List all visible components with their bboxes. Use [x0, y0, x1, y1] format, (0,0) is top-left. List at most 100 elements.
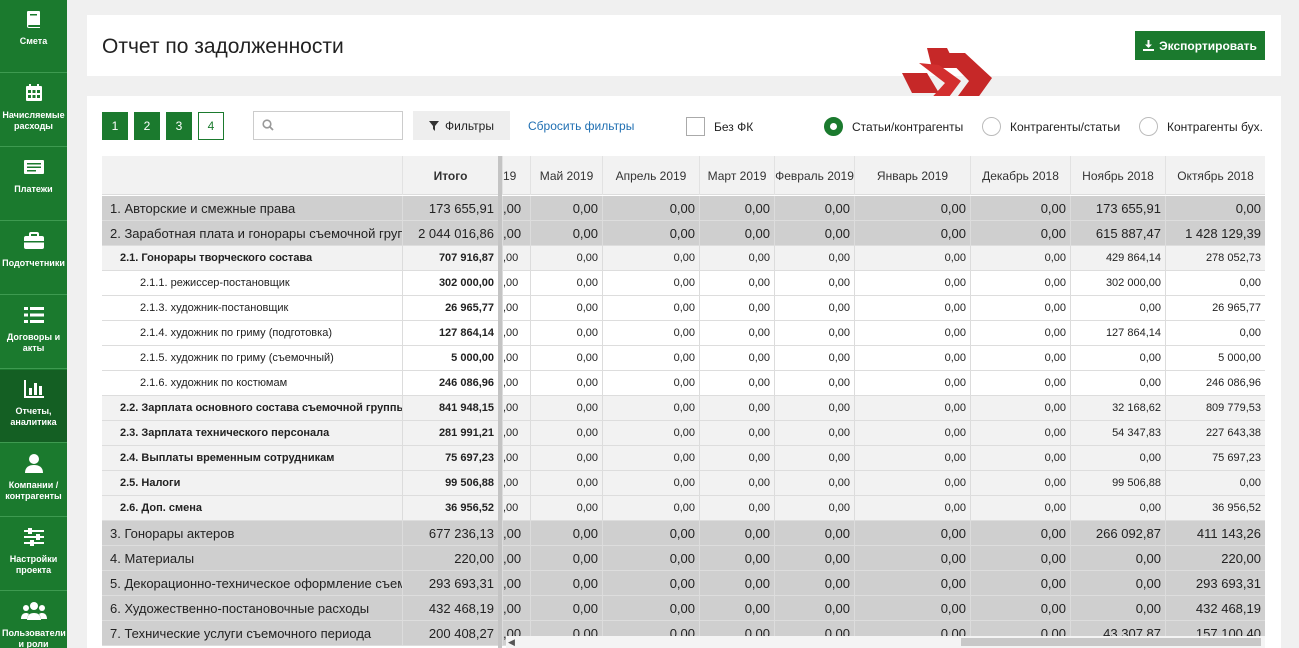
row-month-value: 0,00: [602, 421, 699, 445]
row-total: 75 697,23: [402, 446, 498, 470]
row-month-value: 0,00: [530, 371, 602, 395]
header-month[interactable]: Май 2019: [530, 156, 602, 195]
header-month[interactable]: Февраль 2019: [774, 156, 854, 195]
no-fk-label: Без ФК: [714, 120, 754, 134]
row-month-value: 246 086,96: [1165, 371, 1265, 395]
row-month-value: 0,00: [602, 446, 699, 470]
row-total: 293 693,31: [402, 571, 498, 595]
sliders-icon: [0, 524, 67, 550]
page-button-1[interactable]: 1: [102, 112, 128, 140]
table-row[interactable]: 2.5. Налоги 99 506,88,00 0,00 0,00 0,00 0,00 0…: [102, 471, 1265, 496]
header-month[interactable]: Ноябрь 2018: [1070, 156, 1165, 195]
row-month-value: 0,00: [854, 296, 970, 320]
row-month-value: 615 887,47: [1070, 221, 1165, 245]
header-month[interactable]: Апрель 2019: [602, 156, 699, 195]
header-month[interactable]: Январь 2019: [854, 156, 970, 195]
row-month-value: 0,00: [854, 571, 970, 595]
table-row[interactable]: 2.1.6. художник по костюмам 246 086,96,00…: [102, 371, 1265, 396]
sidebar-item-accountable[interactable]: Подотчетники: [0, 222, 67, 295]
search-input[interactable]: [280, 116, 398, 136]
table-row[interactable]: 5. Декорационно-техническое оформление с…: [102, 571, 1265, 596]
row-month-value: 0,00: [699, 396, 774, 420]
table-row[interactable]: 2.1.5. художник по гриму (съемочный) 5 00…: [102, 346, 1265, 371]
sidebar-item-accrued-expenses[interactable]: Начисляемые расходы: [0, 74, 67, 147]
table-row[interactable]: 2.2. Зарплата основного состава съемочно…: [102, 396, 1265, 421]
table-row[interactable]: 2.3. Зарплата технического персонала 281 …: [102, 421, 1265, 446]
row-clipped-value: ,00: [502, 521, 530, 545]
row-month-value: 0,00: [699, 346, 774, 370]
row-month-value: 0,00: [530, 246, 602, 270]
row-month-value: 0,00: [774, 496, 854, 520]
row-total: 246 086,96: [402, 371, 498, 395]
sidebar-item-companies[interactable]: Компании / контрагенты: [0, 444, 67, 517]
row-month-value: 0,00: [530, 521, 602, 545]
frozen-column-divider[interactable]: [498, 156, 502, 648]
row-month-value: 0,00: [854, 246, 970, 270]
header-month[interactable]: Март 2019: [699, 156, 774, 195]
table-row[interactable]: 2.1.4. художник по гриму (подготовка) 127…: [102, 321, 1265, 346]
row-month-value: 0,00: [970, 296, 1070, 320]
filters-button[interactable]: Фильтры: [413, 111, 510, 140]
row-month-value: 0,00: [970, 221, 1070, 245]
row-name: 2. Заработная плата и гонорары съемочной…: [110, 225, 402, 241]
row-month-value: 0,00: [970, 421, 1070, 445]
sidebar-item-reports[interactable]: Отчеты, аналитика: [0, 370, 67, 443]
row-month-value: 0,00: [970, 521, 1070, 545]
row-month-value: 0,00: [774, 246, 854, 270]
row-month-value: 302 000,00: [1070, 271, 1165, 295]
export-button[interactable]: Экспортировать: [1135, 31, 1265, 60]
row-month-value: 0,00: [530, 271, 602, 295]
sidebar-item-project-settings[interactable]: Настройки проекта: [0, 518, 67, 591]
table-row[interactable]: 4. Материалы 220,00,00 0,00 0,00 0,00 0,00 0,0…: [102, 546, 1265, 571]
header-card: Отчет по задолженности Экспортировать: [87, 15, 1281, 76]
search-field[interactable]: [253, 111, 403, 140]
reset-filters-link[interactable]: Сбросить фильтры: [528, 119, 634, 133]
view-radio-contractors-accounting[interactable]: [1139, 117, 1158, 136]
header-clipped-month[interactable]: 19: [502, 156, 530, 195]
page-button-3[interactable]: 3: [166, 112, 192, 140]
row-total: 200 408,27: [402, 621, 498, 645]
row-month-value: 0,00: [774, 346, 854, 370]
page-button-2[interactable]: 2: [134, 112, 160, 140]
page-button-4[interactable]: 4: [198, 112, 224, 140]
table-row[interactable]: 3. Гонорары актеров 677 236,13,00 0,00 0,00…: [102, 521, 1265, 546]
briefcase-icon: [0, 228, 67, 254]
row-month-value: 0,00: [970, 371, 1070, 395]
table-row[interactable]: 6. Художественно-постановочные расходы 43…: [102, 596, 1265, 621]
row-month-value: 0,00: [699, 496, 774, 520]
table-row[interactable]: 2. Заработная плата и гонорары съемочной…: [102, 221, 1265, 246]
sidebar-item-payments[interactable]: Платежи: [0, 148, 67, 221]
scrollbar-thumb[interactable]: [961, 638, 1261, 646]
row-month-value: 0,00: [602, 571, 699, 595]
row-month-value: 0,00: [854, 546, 970, 570]
sidebar-item-contracts[interactable]: Договоры и акты: [0, 296, 67, 369]
row-month-value: 0,00: [1070, 546, 1165, 570]
report-card: 1 2 3 4 Фильтры Сбросить фильтры Без ФК …: [87, 96, 1281, 648]
user-icon: [0, 450, 67, 476]
header-month[interactable]: Декабрь 2018: [970, 156, 1070, 195]
row-clipped-value: ,00: [502, 421, 530, 445]
header-total[interactable]: Итого: [402, 156, 498, 195]
row-month-value: 0,00: [530, 196, 602, 220]
sidebar-item-smeta[interactable]: Смета: [0, 0, 67, 73]
horizontal-scrollbar[interactable]: ◀: [506, 636, 1265, 648]
row-clipped-value: ,00: [502, 446, 530, 470]
view-radio-articles-contractors[interactable]: [824, 117, 843, 136]
row-month-value: 0,00: [854, 221, 970, 245]
row-month-value: 0,00: [602, 246, 699, 270]
no-fk-checkbox[interactable]: [686, 117, 705, 136]
row-month-value: 0,00: [530, 496, 602, 520]
table-row[interactable]: 2.1.1. режиссер-постановщик 302 000,00,00…: [102, 271, 1265, 296]
table-row[interactable]: 2.6. Доп. смена 36 956,52,00 0,00 0,00 0,00 0…: [102, 496, 1265, 521]
table-row[interactable]: 1. Авторские и смежные права 173 655,91,0…: [102, 196, 1265, 221]
header-month[interactable]: Октябрь 2018: [1165, 156, 1265, 195]
row-month-value: 26 965,77: [1165, 296, 1265, 320]
table-row[interactable]: 2.1.3. художник-постановщик 26 965,77,00 0…: [102, 296, 1265, 321]
scroll-left-arrow-icon[interactable]: ◀: [508, 637, 515, 648]
table-row[interactable]: 2.4. Выплаты временным сотрудникам 75 697…: [102, 446, 1265, 471]
view-radio-contractors-articles[interactable]: [982, 117, 1001, 136]
row-month-value: 0,00: [602, 521, 699, 545]
table-row[interactable]: 2.1. Гонорары творческого состава 707 916…: [102, 246, 1265, 271]
row-month-value: 0,00: [1165, 471, 1265, 495]
sidebar-item-users[interactable]: Пользователи и роли: [0, 592, 67, 648]
